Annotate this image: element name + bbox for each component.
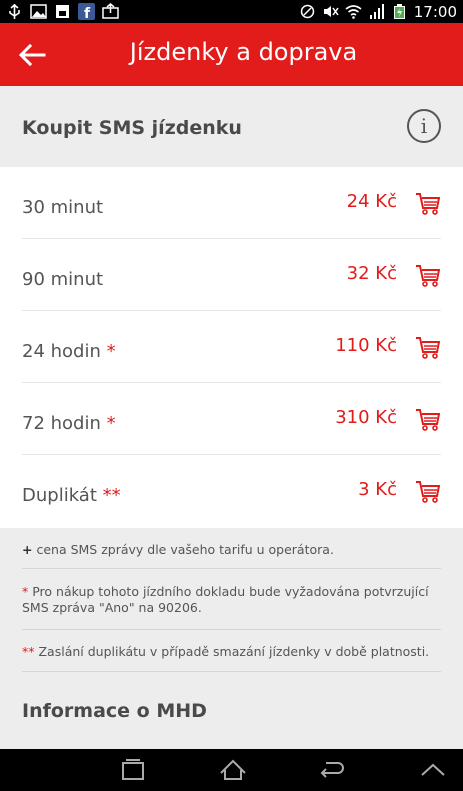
cart-icon[interactable] (415, 480, 441, 504)
section-header-info[interactable]: Informace o MHD (0, 683, 463, 749)
note-duplicate: ** Zaslání duplikátu v případě smazání j… (22, 644, 430, 659)
status-bar-left-icons: f (6, 3, 119, 20)
ticket-row-90-minut[interactable]: 90 minut 32 Kč (0, 239, 463, 311)
info-button[interactable]: i (407, 109, 441, 143)
nfc-icon (300, 4, 315, 19)
ticket-price: 3 Kč (358, 479, 397, 500)
status-bar: f 17:00 (0, 0, 463, 23)
battery-icon (393, 4, 405, 19)
image-icon (30, 4, 47, 19)
chevron-up-icon[interactable] (418, 757, 448, 783)
back-icon[interactable] (316, 757, 346, 783)
cart-icon[interactable] (415, 264, 441, 288)
page-title: Jízdenky a doprava (129, 38, 358, 66)
status-time: 17:00 (413, 2, 457, 21)
divider (22, 568, 441, 569)
cart-icon[interactable] (415, 192, 441, 216)
section-header-buy: Koupit SMS jízdenku i (0, 86, 463, 167)
status-bar-right-icons: 17:00 (299, 2, 457, 21)
mute-icon (323, 6, 339, 17)
app-bar: Jízdenky a doprava (0, 23, 463, 86)
usb-icon (9, 3, 20, 19)
notification-icon (56, 5, 69, 18)
ticket-price: 24 Kč (346, 191, 397, 212)
ticket-label: 90 minut (22, 269, 104, 290)
ticket-label: 24 hodin * (22, 341, 116, 362)
ticket-price: 32 Kč (346, 263, 397, 284)
info-icon: i (420, 114, 428, 138)
section-title-buy: Koupit SMS jízdenku (22, 117, 242, 139)
note-confirmation: * Pro nákup tohoto jízdního dokladu bude… (22, 584, 429, 615)
ticket-row-72-hodin[interactable]: 72 hodin * 310 Kč (0, 383, 463, 455)
facebook-icon: f (78, 3, 95, 20)
divider (22, 629, 441, 630)
cart-icon[interactable] (415, 336, 441, 360)
recent-apps-icon[interactable] (118, 757, 148, 783)
upload-icon (102, 3, 119, 19)
ticket-row-24-hodin[interactable]: 24 hodin * 110 Kč (0, 311, 463, 383)
ticket-price: 310 Kč (335, 407, 397, 428)
navigation-bar (0, 749, 463, 791)
wifi-icon (345, 5, 362, 19)
ticket-label: 30 minut (22, 197, 104, 218)
cart-icon[interactable] (415, 408, 441, 432)
note-sms-price: + cena SMS zprávy dle vašeho tarifu u op… (22, 542, 334, 557)
ticket-label: 72 hodin * (22, 413, 116, 434)
ticket-label: Duplikát ** (22, 485, 121, 506)
section-title-info: Informace o MHD (22, 700, 207, 722)
ticket-row-duplikat[interactable]: Duplikát ** 3 Kč (0, 455, 463, 527)
ticket-row-30-minut[interactable]: 30 minut 24 Kč (0, 167, 463, 239)
home-icon[interactable] (218, 757, 248, 783)
divider (22, 671, 441, 672)
ticket-price: 110 Kč (335, 335, 397, 356)
svg-text:f: f (84, 6, 91, 20)
notes-panel: + cena SMS zprávy dle vašeho tarifu u op… (0, 528, 463, 683)
signal-icon (369, 4, 384, 19)
